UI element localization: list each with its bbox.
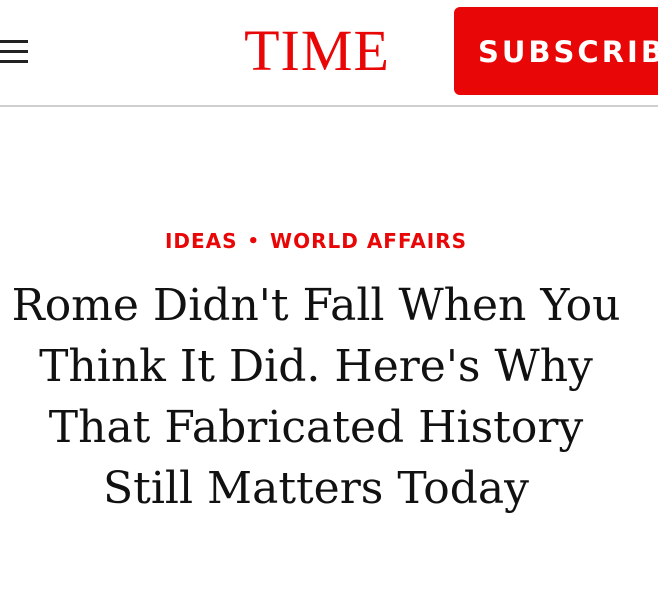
section-link-world-affairs[interactable]: WORLD AFFAIRS xyxy=(270,229,467,253)
hamburger-menu-icon[interactable] xyxy=(0,40,28,63)
article-headline: Rome Didn't Fall When You Think It Did. … xyxy=(11,280,621,514)
site-header: TIME SUBSCRIBE xyxy=(0,0,658,107)
section-labels: IDEAS • WORLD AFFAIRS xyxy=(0,229,632,253)
menu-bar xyxy=(0,50,28,53)
separator-dot: • xyxy=(247,231,261,252)
section-link-ideas[interactable]: IDEAS xyxy=(165,229,238,253)
subscribe-button[interactable]: SUBSCRIBE xyxy=(454,7,658,95)
time-logo[interactable]: TIME xyxy=(238,22,396,80)
menu-bar xyxy=(0,40,28,43)
menu-bar xyxy=(0,60,28,63)
